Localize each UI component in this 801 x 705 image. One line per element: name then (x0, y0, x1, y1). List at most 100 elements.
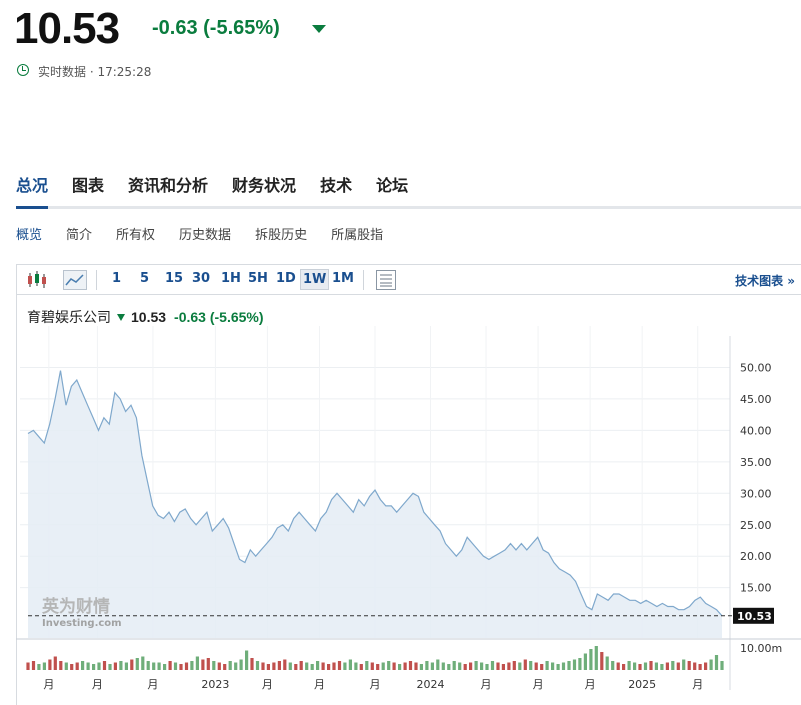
volume-bar (474, 661, 478, 670)
price-chart[interactable]: 50.00 45.00 40.00 35.00 30.00 25.00 20.00 15.00… (0, 0, 801, 705)
volume-bar (283, 659, 287, 670)
x-tick-label: 月 (262, 678, 273, 691)
volume-bar (42, 662, 46, 670)
volume-bar (561, 662, 566, 670)
volume-bar (217, 662, 221, 670)
volume-bar (512, 661, 516, 670)
volume-bar (75, 662, 79, 670)
watermark-cn: 英为财情 (42, 596, 110, 617)
volume-bar (223, 664, 227, 670)
y-tick-label: 25.00 (740, 519, 772, 532)
volume-bar (321, 662, 325, 670)
volume-bar (370, 662, 374, 670)
volume-bar (643, 662, 648, 670)
volume-bar (64, 662, 68, 670)
volume-bar (387, 661, 391, 670)
y-tick-label: 20.00 (740, 550, 772, 563)
volume-bar (327, 664, 331, 670)
volume-bar (124, 662, 128, 670)
volume-bar (605, 656, 609, 670)
volume-bar (119, 661, 123, 670)
volume-bar (157, 662, 161, 670)
volume-bar (408, 661, 413, 670)
y-tick-label: 15.00 (740, 582, 772, 595)
x-tick-label: 月 (147, 678, 158, 691)
x-axis-labels: 月 月 月 2023 月 月 月 2024 月 月 月 2025 月 (43, 678, 703, 691)
volume-bar (709, 659, 713, 670)
volume-bar (190, 661, 194, 670)
volume-bar (698, 664, 702, 670)
volume-bar (398, 664, 402, 670)
volume-bar (294, 664, 298, 670)
x-tick-label: 月 (43, 678, 54, 691)
volume-bar (53, 656, 57, 670)
volume-bar (92, 664, 96, 670)
volume-bar (671, 661, 675, 670)
volume-bar (441, 662, 445, 670)
volume-bar (299, 661, 303, 670)
volume-bar (551, 662, 555, 670)
volume-bar (485, 664, 489, 670)
volume-bar (81, 661, 85, 670)
volume-bar (261, 662, 265, 670)
volume-bar (354, 662, 358, 670)
volume-bar (447, 664, 451, 670)
volume-bar (430, 662, 434, 670)
volume-bar (693, 662, 697, 670)
volume-bar (720, 661, 724, 670)
volume-bar (501, 664, 505, 670)
volume-bar (540, 664, 544, 670)
volume-bar (600, 652, 604, 670)
y-tick-label: 40.00 (740, 424, 772, 437)
volume-bar (152, 662, 156, 670)
volume-bar (583, 653, 587, 670)
volume-bar (687, 661, 691, 670)
volume-bar (288, 662, 292, 670)
volume-bar (86, 662, 90, 670)
volume-bar (622, 664, 626, 670)
volume-bar (529, 661, 533, 670)
volume-bar (337, 661, 342, 670)
volume-bar (392, 662, 396, 670)
x-tick-label: 月 (92, 678, 103, 691)
volume-bar (239, 659, 243, 670)
volume-bar (195, 656, 199, 670)
investing-watermark: 英为财情 Investing.com (42, 596, 122, 629)
x-tick-label: 月 (370, 678, 381, 691)
volume-bar (272, 662, 276, 670)
volume-bar (163, 664, 167, 670)
volume-bar (589, 649, 593, 670)
volume-bar (26, 662, 30, 670)
volume-bar (135, 658, 139, 670)
volume-bar (654, 662, 658, 670)
volume-bar (31, 661, 36, 670)
volume-bar (507, 662, 511, 670)
volume-bar (70, 664, 74, 670)
volume-bar (48, 659, 52, 670)
volume-bar (665, 662, 669, 670)
x-tick-label: 月 (692, 678, 703, 691)
volume-bar (310, 664, 314, 670)
volume-bar (638, 664, 642, 670)
watermark-en: Investing.com (42, 618, 122, 629)
x-tick-label: 2023 (201, 678, 229, 691)
volume-bar (365, 661, 369, 670)
volume-bar (458, 662, 462, 670)
volume-bar (676, 662, 680, 670)
volume-bar (534, 662, 538, 670)
volume-bar (633, 662, 637, 670)
volume-bar (37, 664, 41, 670)
volume-bar (556, 664, 560, 670)
volume-bar (255, 661, 260, 670)
volume-bar (469, 662, 473, 670)
volume-bar (97, 662, 101, 670)
volume-bar (425, 661, 429, 670)
y-tick-label: 50.00 (740, 361, 772, 374)
volume-bar (141, 656, 145, 670)
volume-bar (714, 655, 719, 670)
volume-bar (682, 659, 686, 670)
volume-bar (59, 661, 63, 670)
volume-bar (463, 664, 467, 670)
current-price-label: 10.53 (737, 610, 772, 623)
volume-bar (578, 658, 582, 670)
